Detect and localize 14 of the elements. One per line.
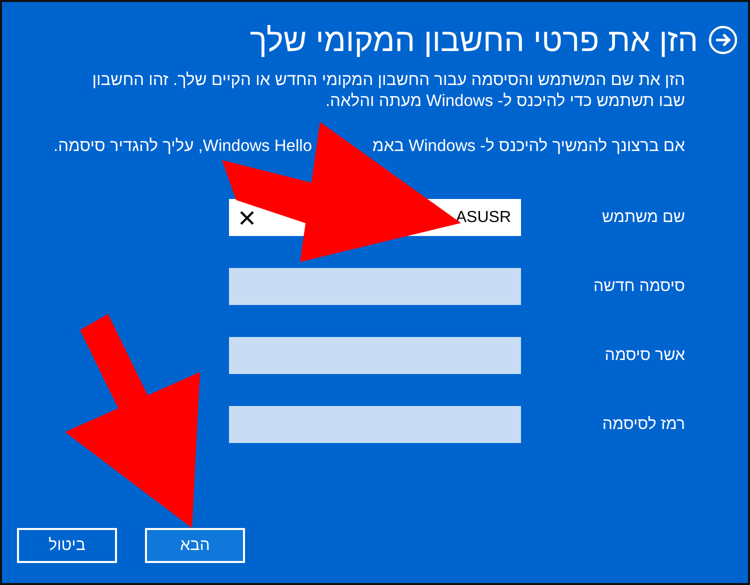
field-label: אשר סיסמה — [604, 346, 685, 364]
instruction-text: אם ברצונך להמשיך להיכנס ל- Windows באמ — [371, 136, 685, 157]
field-label: שם משתמש — [600, 208, 685, 226]
cancel-button[interactable]: ביטול — [17, 528, 117, 563]
field-label: סיסמה חדשה — [592, 278, 685, 296]
text-field[interactable] — [229, 268, 521, 305]
text-field[interactable] — [229, 337, 521, 374]
field-label: רמז לסיסמה — [601, 416, 685, 434]
clear-icon[interactable] — [240, 211, 254, 225]
window-title: הזן את פרטי החשבון המקומי שלך — [250, 21, 698, 60]
instruction-text: Windows Hello, עליך להגדיר סיסמה. — [54, 136, 312, 157]
instruction-text: הזן את שם המשתמש והסיסמה עבור החשבון המקומי החדש או הקיים שלך. זהו החשבון שבו תשתמש כדי להיכנס ל- Windows מעתה והלאה. — [91, 70, 685, 112]
text-field[interactable] — [229, 406, 521, 443]
next-button[interactable]: הבא — [145, 528, 245, 563]
